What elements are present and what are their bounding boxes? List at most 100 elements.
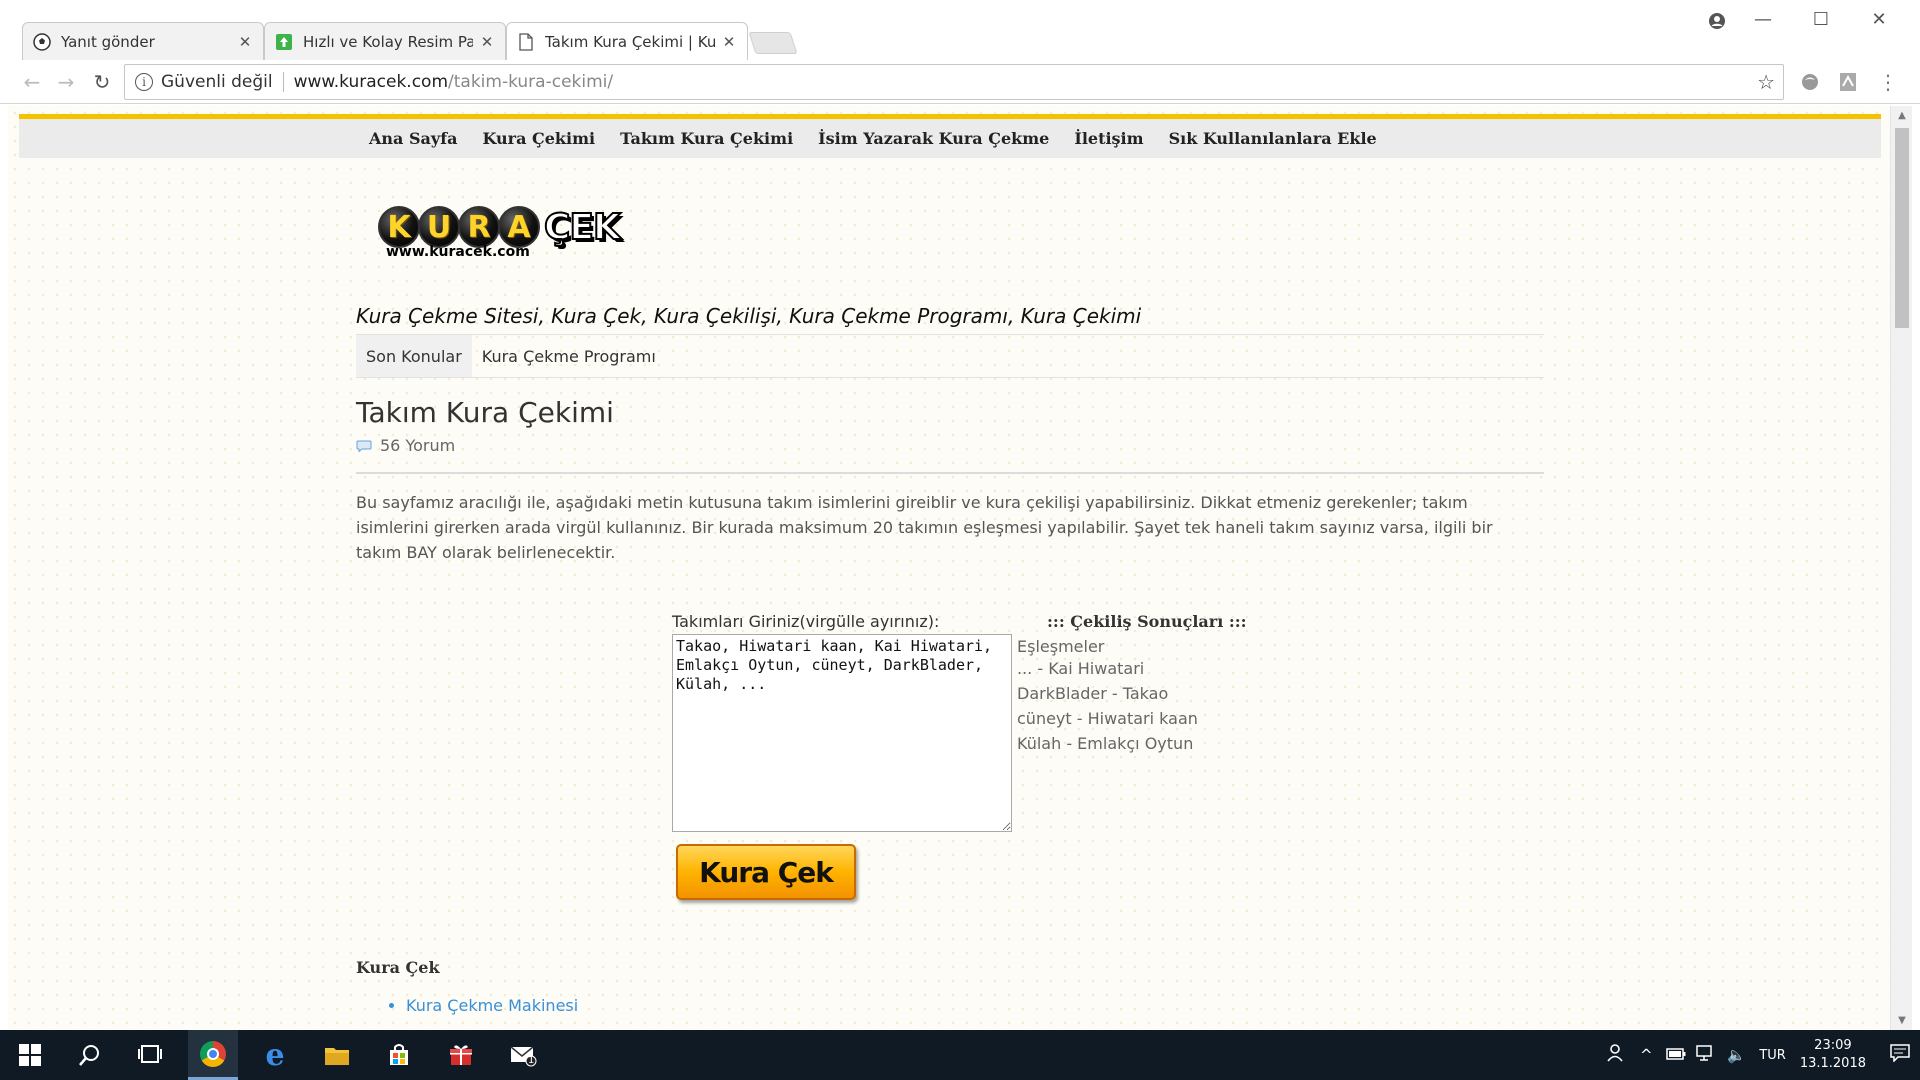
- address-bar[interactable]: i Güvenli değil www.kuracek.com/takim-ku…: [124, 64, 1784, 100]
- chrome-taskbar-icon[interactable]: [188, 1030, 238, 1080]
- site-top-bar: Ana Sayfa Kura Çekimi Takım Kura Çekimi …: [19, 114, 1881, 158]
- draw-form: Takımları Giriniz(virgülle ayırınız): Ta…: [672, 612, 1372, 912]
- nav-iletisim[interactable]: İletişim: [1074, 129, 1143, 148]
- minimize-button[interactable]: —: [1740, 6, 1786, 32]
- links-list: Kura Çekme Makinesi: [406, 996, 578, 1021]
- site-tagline: Kura Çekme Sitesi, Kura Çek, Kura Çekili…: [356, 304, 1142, 328]
- windows-start-icon[interactable]: [5, 1030, 55, 1080]
- title-divider: [356, 472, 1544, 474]
- tab-yanit-gonder[interactable]: Yanıt gönder ✕: [22, 22, 264, 60]
- menu-dots-icon[interactable]: ⋮: [1876, 70, 1900, 94]
- windows-taskbar: e 1 ^ 🔈 TUR 23:09 13.1.2018: [0, 1030, 1920, 1080]
- nav-kura-cekimi[interactable]: Kura Çekimi: [482, 129, 595, 148]
- people-icon[interactable]: [1601, 1043, 1631, 1067]
- clock-date: 13.1.2018: [1799, 1056, 1866, 1071]
- system-tray: ^ 🔈 TUR 23:09 13.1.2018: [1601, 1030, 1920, 1080]
- logo-ball-a: A: [498, 206, 540, 248]
- site-logo[interactable]: K U R A ÇEK www.kuracek.com: [378, 206, 648, 282]
- link-kura-cekme-makinesi[interactable]: Kura Çekme Makinesi: [406, 996, 578, 1015]
- battery-icon[interactable]: [1661, 1046, 1691, 1064]
- section-heading-kura-cek: Kura Çek: [356, 958, 440, 977]
- store-icon[interactable]: [374, 1030, 424, 1080]
- reload-icon[interactable]: ↻: [88, 68, 116, 96]
- results-title: ::: Çekiliş Sonuçları :::: [1047, 612, 1247, 631]
- chevron-up-icon[interactable]: ^: [1631, 1046, 1661, 1064]
- file-explorer-icon[interactable]: [312, 1030, 362, 1080]
- bookmark-star-icon[interactable]: ☆: [1757, 70, 1775, 94]
- close-icon[interactable]: ✕: [237, 33, 253, 51]
- url-host[interactable]: www.kuracek.com: [294, 72, 448, 92]
- sub-nav: Son Konular Kura Çekme Programı: [356, 334, 1544, 378]
- extension-icon[interactable]: [1798, 70, 1822, 94]
- tab-title: Takım Kura Çekimi | Kura Çek: [545, 32, 715, 51]
- close-icon[interactable]: ✕: [721, 33, 737, 51]
- green-upload-icon: [275, 33, 293, 51]
- tab-title: Hızlı ve Kolay Resim Paylaşımı: [303, 32, 473, 51]
- nav-ana-sayfa[interactable]: Ana Sayfa: [369, 129, 457, 148]
- pdf-extension-icon[interactable]: [1836, 70, 1860, 94]
- page-icon: [517, 32, 535, 51]
- result-row: DarkBlader - Takao: [1017, 684, 1169, 703]
- page-viewport: Ana Sayfa Kura Çekimi Takım Kura Çekimi …: [8, 106, 1898, 1030]
- scroll-down-arrow-icon[interactable]: ▼: [1891, 1015, 1913, 1026]
- mail-icon[interactable]: 1: [498, 1030, 548, 1080]
- scroll-thumb[interactable]: [1895, 128, 1909, 328]
- page-scrollbar[interactable]: ▲ ▼: [1890, 106, 1912, 1030]
- nav-takim-kura-cekimi[interactable]: Takım Kura Çekimi: [620, 129, 793, 148]
- comments-link[interactable]: 56 Yorum: [356, 436, 455, 455]
- url-path[interactable]: /takim-kura-cekimi/: [448, 72, 613, 92]
- forward-arrow-icon[interactable]: →: [52, 68, 80, 96]
- result-row: cüneyt - Hiwatari kaan: [1017, 709, 1198, 728]
- edge-icon[interactable]: e: [250, 1030, 300, 1080]
- teams-input[interactable]: Takao, Hiwatari kaan, Kai Hiwatari, Emla…: [672, 634, 1012, 832]
- close-window-button[interactable]: ✕: [1856, 6, 1902, 32]
- maximize-button[interactable]: ☐: [1798, 6, 1844, 32]
- result-row: ... - Kai Hiwatari: [1017, 659, 1145, 678]
- comments-count: 56 Yorum: [380, 436, 456, 455]
- search-icon[interactable]: [65, 1030, 115, 1080]
- tab-strip: Yanıt gönder ✕ Hızlı ve Kolay Resim Payl…: [0, 0, 1920, 60]
- info-icon[interactable]: i: [135, 73, 153, 91]
- comment-bubble-icon: [356, 440, 372, 452]
- browser-window: Yanıt gönder ✕ Hızlı ve Kolay Resim Payl…: [0, 0, 1920, 1030]
- result-row: Külah - Emlakçı Oytun: [1017, 734, 1194, 753]
- network-icon[interactable]: [1691, 1045, 1721, 1065]
- tab-title: Yanıt gönder: [61, 32, 155, 51]
- kura-cek-button[interactable]: Kura Çek: [676, 844, 856, 900]
- subnav-kura-cekme-programi[interactable]: Kura Çekme Programı: [472, 347, 666, 366]
- scroll-up-arrow-icon[interactable]: ▲: [1891, 110, 1913, 121]
- tab-takim-kura-cekimi[interactable]: Takım Kura Çekimi | Kura Çek ✕: [506, 22, 748, 60]
- clock[interactable]: 23:09 13.1.2018: [1800, 1037, 1866, 1073]
- logo-ball-u: U: [418, 206, 460, 248]
- subnav-son-konular[interactable]: Son Konular: [356, 335, 472, 377]
- clock-time: 23:09: [1814, 1038, 1852, 1053]
- new-tab-button[interactable]: [748, 32, 798, 54]
- language-indicator[interactable]: TUR: [1759, 1048, 1786, 1063]
- notification-icon[interactable]: [1880, 1043, 1920, 1067]
- profile-icon[interactable]: [1694, 8, 1740, 34]
- logo-ball-r: R: [458, 206, 500, 248]
- nav-sik-kullanilanlar[interactable]: Sık Kullanılanlara Ekle: [1169, 129, 1377, 148]
- back-arrow-icon[interactable]: ←: [18, 68, 46, 96]
- omnibox-divider: [282, 72, 284, 92]
- logo-letters: K U R A ÇEK: [378, 206, 648, 249]
- chrome-icon: [200, 1040, 226, 1067]
- results-panel: ::: Çekiliş Sonuçları ::: Eşleşmeler ...…: [1017, 612, 1377, 756]
- teams-input-label: Takımları Giriniz(virgülle ayırınız):: [672, 612, 940, 631]
- intro-paragraph: Bu sayfamız aracılığı ile, aşağıdaki met…: [356, 493, 1493, 562]
- task-view-icon[interactable]: [125, 1030, 175, 1080]
- logo-ball-k: K: [378, 206, 420, 248]
- results-subtitle: Eşleşmeler: [1017, 637, 1105, 656]
- browser-toolbar: ← → ↻ i Güvenli değil www.kuracek.com/ta…: [0, 60, 1920, 104]
- close-icon[interactable]: ✕: [479, 33, 495, 51]
- mail-badge: 1: [528, 1055, 535, 1066]
- soccer-ball-icon: [33, 32, 51, 51]
- nav-isim-yazarak[interactable]: İsim Yazarak Kura Çekme: [818, 129, 1049, 148]
- page-title: Takım Kura Çekimi: [356, 396, 614, 429]
- security-label[interactable]: Güvenli değil: [161, 72, 273, 92]
- logo-cek-text: ÇEK: [543, 206, 622, 249]
- gift-icon[interactable]: [436, 1030, 486, 1080]
- tab-resim-paylasim[interactable]: Hızlı ve Kolay Resim Paylaşımı ✕: [264, 22, 506, 60]
- site-top-nav: Ana Sayfa Kura Çekimi Takım Kura Çekimi …: [369, 119, 1402, 158]
- volume-icon[interactable]: 🔈: [1721, 1046, 1751, 1064]
